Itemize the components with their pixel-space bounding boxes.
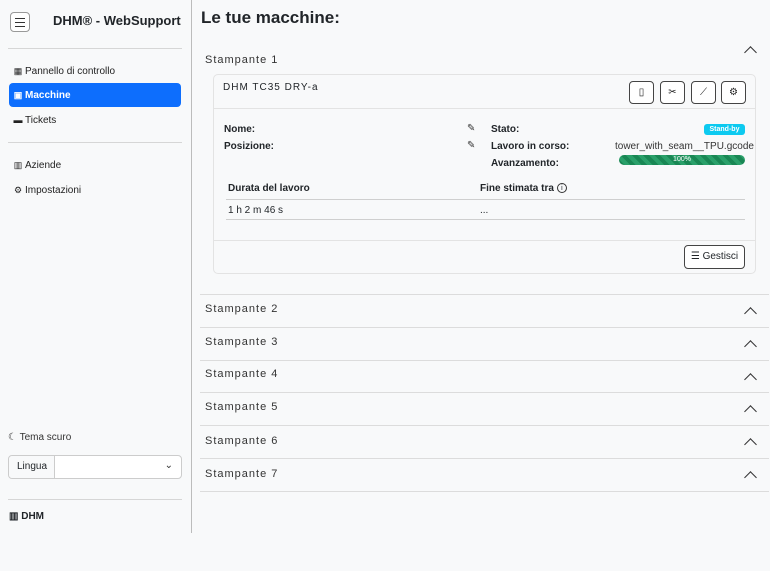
accordion-label: Stampante 6 [205,435,279,447]
accordion-label: Stampante 1 [205,54,279,66]
accordion-label: Stampante 7 [205,468,279,480]
language-select[interactable]: Lingua ⌄ [8,455,182,479]
file-icon[interactable]: ▯ [629,81,654,104]
building-icon: ▥ [9,511,19,522]
language-label: Lingua [9,456,55,478]
accordion-printer-3[interactable]: Stampante 3 [200,328,769,361]
sidebar-item-label: Pannello di controllo [25,66,116,77]
sidebar-item-dashboard[interactable]: ▦ Pannello di controllo [9,59,181,83]
chevron-up-icon[interactable] [744,340,757,353]
edit-icon[interactable]: ✎ [467,140,475,151]
sidebar-divider [8,499,182,500]
eta-header: Fine stimata tra i [480,183,567,194]
chevron-up-icon[interactable] [744,438,757,451]
dark-theme-toggle[interactable]: ☾ Tema scuro [8,432,71,443]
position-label: Posizione: [224,141,275,152]
progress-label: Avanzamento: [491,158,559,169]
status-label: Stato: [491,124,520,135]
dark-theme-label: Tema scuro [19,432,72,443]
dashboard-icon: ▦ [13,66,23,76]
card-header: DHM TC35 DRY-a ▯ ✂ ⟋ ⚙ [214,75,755,109]
sidebar-item-label: Aziende [25,160,62,171]
gear-icon[interactable]: ⚙ [721,81,746,104]
progress-bar: 100% [619,155,745,165]
chevron-down-icon: ⌄ [164,460,173,471]
building-icon: ▥ [13,160,23,170]
accordion-printer-5[interactable]: Stampante 5 [200,393,769,426]
sidebar-item-tickets[interactable]: ▬ Tickets [9,108,181,132]
ticket-icon: ▬ [13,115,23,125]
accordion-label: Stampante 4 [205,368,279,380]
eta-value: ... [480,205,489,216]
accordion-label: Stampante 2 [205,303,279,315]
chart-icon[interactable]: ⟋ [691,81,716,104]
accordion-printer-4[interactable]: Stampante 4 [200,361,769,393]
sidebar-item-companies[interactable]: ▥ Aziende [9,153,181,177]
tools-icon[interactable]: ✂ [660,81,685,104]
page-title: Le tue macchine: [201,8,340,27]
moon-icon: ☾ [8,432,17,443]
hamburger-menu-icon[interactable] [10,12,30,32]
printer-icon: ▣ [13,90,23,100]
sidebar-divider [8,48,182,49]
machine-card: DHM TC35 DRY-a ▯ ✂ ⟋ ⚙ Nome: ✎ Posizione… [213,74,756,274]
sidebar-header: DHM® - WebSupport [8,8,182,36]
manage-label: Gestisci [702,251,739,262]
name-label: Nome: [224,124,256,135]
info-icon[interactable]: i [556,183,567,193]
chevron-up-icon[interactable] [744,307,757,320]
chevron-up-icon[interactable] [744,373,757,386]
sidebar: DHM® - WebSupport ▦ Pannello di controllo… [0,0,192,533]
duration-value: 1 h 2 m 46 s [228,205,284,216]
card-footer-divider [214,240,755,241]
sidebar-item-machines[interactable]: ▣ Macchine [9,83,181,107]
chevron-up-icon[interactable] [744,471,757,484]
sidebar-item-settings[interactable]: ⚙ Impostazioni [9,178,181,202]
job-label: Lavoro in corso: [491,141,570,152]
gear-icon: ⚙ [13,185,23,195]
sidebar-divider [8,142,182,143]
accordion-printer-6[interactable]: Stampante 6 [200,426,769,459]
chevron-up-icon[interactable] [744,405,757,418]
sidebar-item-label: Tickets [25,115,57,126]
eta-header-label: Fine stimata tra [480,183,554,194]
accordion-label: Stampante 3 [205,336,279,348]
brand-title: DHM® - WebSupport [53,13,181,28]
sliders-icon: ☰ [690,251,700,262]
sidebar-item-label: Impostazioni [25,185,82,196]
progress-fill: 100% [619,155,745,165]
sidebar-item-label: Macchine [25,90,71,101]
table-divider [226,219,745,220]
manage-button[interactable]: ☰ Gestisci [684,245,745,269]
accordion-printer-2[interactable]: Stampante 2 [200,295,769,328]
status-badge: Stand-by [704,124,745,135]
table-divider [226,199,745,200]
accordion-label: Stampante 5 [205,401,279,413]
accordion-printer-7[interactable]: Stampante 7 [200,459,769,492]
footer-brand-label: DHM [21,511,45,522]
footer-brand: ▥ DHM [9,511,44,522]
edit-icon[interactable]: ✎ [467,123,475,134]
machine-name: DHM TC35 DRY-a [223,82,319,93]
duration-header: Durata del lavoro [228,183,310,194]
chevron-up-icon[interactable] [744,46,757,59]
job-value: tower_with_seam__TPU.gcode [615,141,754,152]
